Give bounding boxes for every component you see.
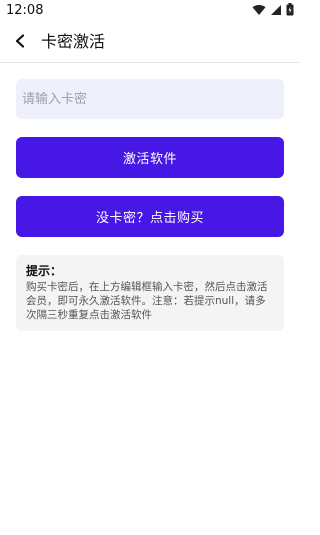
- buy-card-key-button[interactable]: 没卡密？点击购买: [16, 196, 284, 237]
- back-arrow-icon: [14, 33, 26, 52]
- activate-button[interactable]: 激活软件: [16, 137, 284, 178]
- battery-icon: [286, 3, 294, 16]
- status-bar: 12:08: [0, 0, 300, 22]
- activate-button-label: 激活软件: [122, 152, 177, 167]
- page-title: 卡密激活: [41, 32, 106, 51]
- top-app-bar: 卡密激活: [0, 22, 300, 63]
- status-icons: [252, 3, 294, 16]
- tips-panel: 提示： 购买卡密后，在上方编辑框输入卡密，然后点击激活会员，即可永久激活软件。注…: [16, 255, 284, 331]
- card-key-input[interactable]: [16, 79, 284, 119]
- back-button[interactable]: [8, 30, 32, 54]
- tips-body: 购买卡密后，在上方编辑框输入卡密，然后点击激活会员，即可永久激活软件。注意：若提…: [26, 281, 268, 321]
- wifi-icon: [252, 4, 266, 16]
- tips-title: 提示：: [26, 264, 63, 278]
- signal-icon: [270, 4, 282, 16]
- status-time: 12:08: [6, 3, 44, 18]
- buy-button-label: 没卡密？点击购买: [95, 211, 204, 226]
